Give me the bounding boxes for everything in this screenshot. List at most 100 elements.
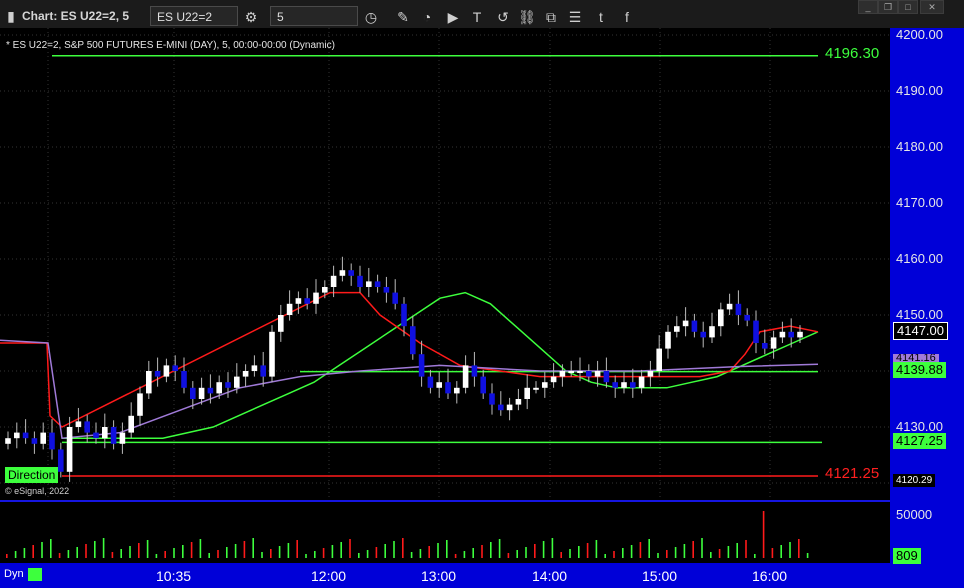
candle xyxy=(586,371,592,377)
volume-bar xyxy=(6,554,8,558)
volume-bar xyxy=(410,552,413,558)
candle xyxy=(216,382,222,394)
candle xyxy=(392,292,398,304)
volume-bar xyxy=(490,542,492,558)
volume-bar xyxy=(578,546,580,558)
candle xyxy=(594,371,601,377)
volume-bar xyxy=(516,550,518,558)
link-icon[interactable]: ⛓ xyxy=(518,8,536,26)
volume-bar xyxy=(718,549,721,558)
candle xyxy=(207,387,214,394)
volume-bar xyxy=(754,554,756,558)
volume-bar xyxy=(806,553,809,558)
candle xyxy=(577,371,583,373)
volume-bar xyxy=(164,551,166,558)
volume-bar xyxy=(762,511,765,558)
candle xyxy=(427,376,434,388)
price-tick-label: 4130.00 xyxy=(896,419,943,434)
candle xyxy=(357,275,363,287)
volume-bar xyxy=(745,540,747,558)
direction-label[interactable]: Direction xyxy=(5,467,59,483)
price-chart[interactable] xyxy=(0,28,890,558)
candle xyxy=(770,337,777,349)
window-title: Chart: ES U22=2, 5 xyxy=(22,9,130,23)
volume-bar xyxy=(199,539,202,558)
candle xyxy=(682,320,689,327)
volume-bar xyxy=(50,539,52,558)
dyn-toggle-icon[interactable] xyxy=(28,568,42,581)
candle xyxy=(515,399,522,405)
reset-icon[interactable]: ↺ xyxy=(494,8,512,26)
candle xyxy=(22,432,29,439)
play-icon[interactable]: ▶ xyxy=(444,8,462,26)
candle xyxy=(31,438,38,444)
chart-style-icon[interactable]: ◔ xyxy=(418,8,436,26)
minimize-icon[interactable]: _ xyxy=(858,0,878,14)
volume-bar xyxy=(710,552,712,558)
volume-bar xyxy=(366,550,369,558)
volume-bar xyxy=(270,549,272,558)
candle xyxy=(542,382,548,388)
candle xyxy=(735,303,742,315)
volume-bar xyxy=(296,540,298,558)
volume-bar xyxy=(789,542,791,558)
candle xyxy=(146,371,152,394)
candle xyxy=(163,365,170,377)
candle xyxy=(603,371,610,383)
candle xyxy=(506,404,513,411)
candle xyxy=(559,371,566,377)
volume-bar xyxy=(569,549,571,558)
draw-icon[interactable]: ✎ xyxy=(394,8,412,26)
close-icon[interactable]: ✕ xyxy=(920,0,944,14)
green-level-badge-2: 4127.25 xyxy=(893,433,946,449)
volume-bar xyxy=(146,540,149,558)
symbol-input[interactable]: ES U22=2 xyxy=(150,6,238,26)
comment-icon[interactable]: ☰ xyxy=(566,8,584,26)
volume-bar xyxy=(534,544,536,558)
volume-tick-top: 50000 xyxy=(896,507,933,522)
candle xyxy=(550,376,557,383)
copy-icon[interactable]: ⧉ xyxy=(542,8,560,26)
volume-bar xyxy=(102,538,105,558)
candle xyxy=(14,432,20,439)
volume-bar xyxy=(261,552,263,558)
candle xyxy=(383,287,390,293)
restore-icon[interactable]: ❐ xyxy=(878,0,898,14)
candle xyxy=(75,421,82,427)
candle xyxy=(674,326,680,332)
price-tick-label: 4170.00 xyxy=(896,195,943,210)
volume-bar xyxy=(129,546,131,558)
candle xyxy=(102,427,108,439)
candle xyxy=(647,371,654,377)
volume-bar xyxy=(525,547,527,558)
chart-header: * ES U22=2, S&P 500 FUTURES E-MINI (DAY)… xyxy=(6,40,335,51)
volume-bar xyxy=(622,548,624,558)
settings-icon[interactable]: ⚙ xyxy=(242,8,260,26)
candle xyxy=(40,432,46,444)
volume-bar xyxy=(41,542,43,558)
facebook-icon[interactable]: f xyxy=(618,8,636,26)
twitter-icon[interactable]: t xyxy=(592,8,610,26)
volume-bar xyxy=(419,549,422,558)
candle xyxy=(480,376,486,394)
clock-icon[interactable]: ◷ xyxy=(362,8,380,26)
price-tick-label: 4190.00 xyxy=(896,83,943,98)
green-level-badge-1: 4139.88 xyxy=(893,362,946,378)
candle xyxy=(709,326,715,338)
candle xyxy=(66,427,73,472)
maximize-icon[interactable]: □ xyxy=(898,0,918,14)
candle xyxy=(665,331,671,349)
candle xyxy=(462,365,469,388)
dyn-label[interactable]: Dyn xyxy=(4,568,24,580)
candle xyxy=(110,427,117,444)
candle xyxy=(621,382,627,388)
volume-bar xyxy=(648,539,650,558)
candle xyxy=(612,382,618,388)
candle xyxy=(190,387,196,399)
text-icon[interactable]: T xyxy=(468,8,486,26)
candle xyxy=(744,315,750,321)
interval-input[interactable]: 5 xyxy=(270,6,358,26)
candle xyxy=(330,275,337,287)
low-tag-badge: 4120.29 xyxy=(893,474,936,487)
candle xyxy=(700,331,706,338)
